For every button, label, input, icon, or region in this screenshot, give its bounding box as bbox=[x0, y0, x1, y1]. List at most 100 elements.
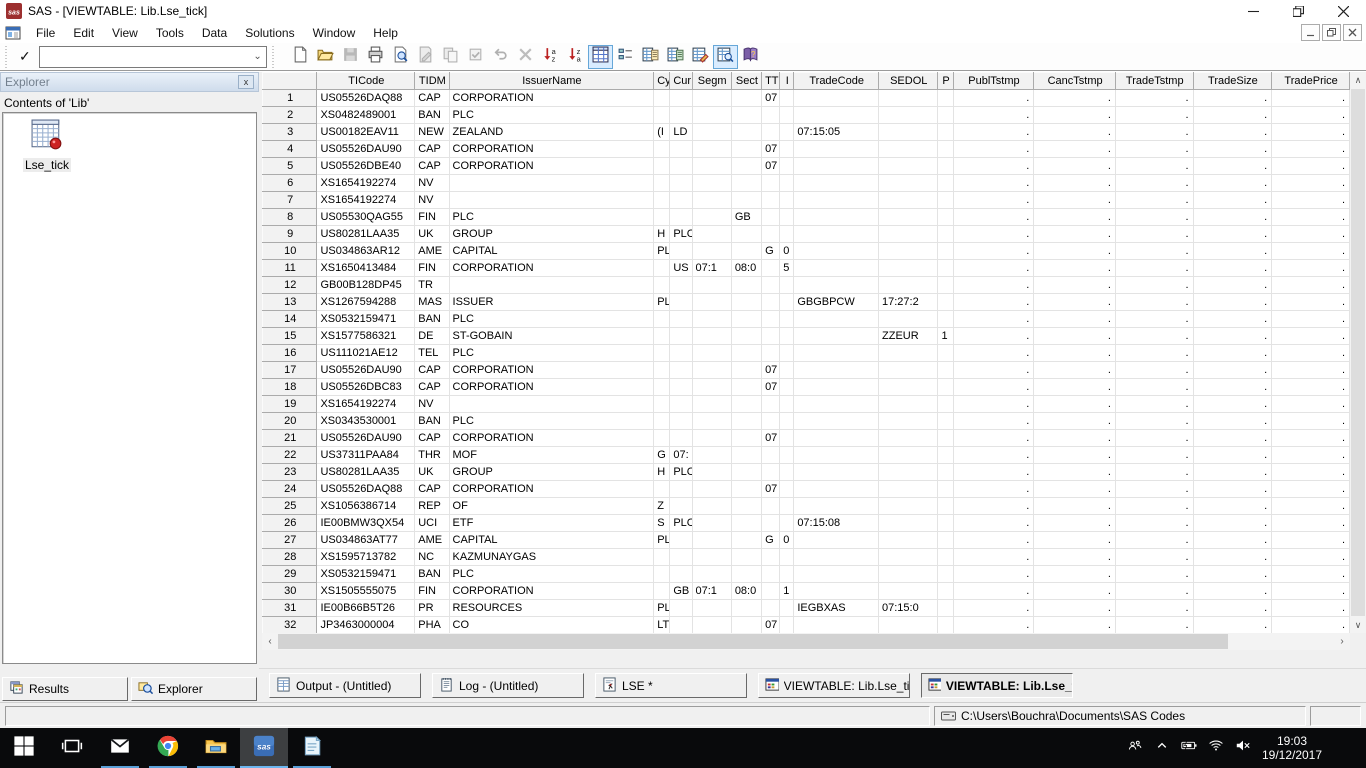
cell-sedol[interactable] bbox=[878, 174, 939, 192]
explorer-close-icon[interactable]: x bbox=[238, 75, 254, 89]
horizontal-scroll-thumb[interactable] bbox=[278, 634, 1228, 649]
cell-i[interactable] bbox=[779, 429, 795, 447]
data-table[interactable]: TICode TIDM IssuerName Cy Cur Segm Sect TT I Trad… bbox=[261, 72, 1350, 634]
cell-tt[interactable] bbox=[761, 259, 781, 277]
cell-tradetstmp[interactable]: . bbox=[1115, 293, 1194, 311]
cell-segm[interactable] bbox=[692, 599, 732, 617]
cell-p[interactable] bbox=[937, 429, 954, 447]
scroll-up-icon[interactable]: ∧ bbox=[1350, 72, 1366, 88]
row-number-cell[interactable]: 22 bbox=[261, 446, 318, 464]
cell-tradeprice[interactable]: . bbox=[1271, 463, 1350, 481]
cell-ticode[interactable]: US05526DAU90 bbox=[316, 429, 416, 447]
sort-ascending-button[interactable]: az bbox=[538, 45, 563, 69]
cell-ticode[interactable]: XS1654192274 bbox=[316, 395, 416, 413]
cell-tradesize[interactable]: . bbox=[1193, 582, 1273, 600]
cell-tradesize[interactable]: . bbox=[1193, 361, 1273, 379]
cell-sedol[interactable]: ZZEUR bbox=[878, 327, 939, 345]
cell-tradetstmp[interactable]: . bbox=[1115, 208, 1194, 226]
cell-tradesize[interactable]: . bbox=[1193, 327, 1273, 345]
cell-issuername[interactable]: CORPORATION bbox=[449, 361, 655, 379]
cell-publtstmp[interactable]: . bbox=[953, 174, 1035, 192]
column-header-issuername[interactable]: IssuerName bbox=[448, 72, 655, 90]
cell-p[interactable] bbox=[937, 140, 954, 158]
cell-ticode[interactable]: US05526DBE40 bbox=[316, 157, 416, 175]
cell-tidm[interactable]: UCI bbox=[414, 514, 450, 532]
cell-tradetstmp[interactable]: . bbox=[1115, 599, 1194, 617]
cell-segm[interactable] bbox=[692, 208, 732, 226]
cell-tradesize[interactable]: . bbox=[1193, 106, 1273, 124]
cell-tradeprice[interactable]: . bbox=[1271, 106, 1350, 124]
cell-tradeprice[interactable]: . bbox=[1271, 395, 1350, 413]
taskbar-app-notepad[interactable] bbox=[288, 728, 336, 768]
cell-tradetstmp[interactable]: . bbox=[1115, 361, 1194, 379]
cell-i[interactable] bbox=[779, 344, 795, 362]
cell-canctstmp[interactable]: . bbox=[1033, 514, 1116, 532]
explorer-panel-titlebar[interactable]: Explorer x bbox=[0, 72, 259, 92]
cell-p[interactable] bbox=[937, 225, 954, 243]
cell-tidm[interactable]: REP bbox=[414, 497, 450, 515]
cell-cy[interactable] bbox=[653, 106, 671, 124]
row-number-cell[interactable]: 21 bbox=[261, 429, 318, 447]
cell-tidm[interactable]: UK bbox=[414, 463, 450, 481]
cell-cy[interactable]: (I bbox=[653, 123, 671, 141]
cell-tt[interactable] bbox=[761, 310, 781, 328]
cell-segm[interactable] bbox=[692, 293, 732, 311]
cell-segm[interactable] bbox=[692, 463, 732, 481]
cell-ticode[interactable]: XS1577586321 bbox=[316, 327, 416, 345]
cell-ticode[interactable]: US80281LAA35 bbox=[316, 225, 416, 243]
cell-issuername[interactable]: CAPITAL bbox=[449, 531, 655, 549]
cell-cur[interactable] bbox=[669, 276, 693, 294]
cell-cur[interactable]: PLC bbox=[669, 463, 693, 481]
cell-tt[interactable]: 07 bbox=[761, 140, 781, 158]
window-tab-viewtable-lib-lse-tick[interactable]: VIEWTABLE: Lib.Lse_tick bbox=[921, 673, 1073, 698]
cell-tradesize[interactable]: . bbox=[1193, 446, 1273, 464]
cell-cur[interactable] bbox=[669, 412, 693, 430]
cell-issuername[interactable]: ST-GOBAIN bbox=[449, 327, 655, 345]
cell-cy[interactable]: H bbox=[653, 463, 671, 481]
cell-sedol[interactable] bbox=[878, 463, 939, 481]
row-number-cell[interactable]: 8 bbox=[261, 208, 318, 226]
cell-tradecode[interactable] bbox=[793, 412, 879, 430]
cell-tradecode[interactable] bbox=[793, 276, 879, 294]
cell-issuername[interactable]: CORPORATION bbox=[449, 89, 655, 107]
cell-tradeprice[interactable]: . bbox=[1271, 208, 1350, 226]
cell-tradetstmp[interactable]: . bbox=[1115, 497, 1194, 515]
cell-p[interactable] bbox=[937, 616, 954, 634]
cell-tradetstmp[interactable]: . bbox=[1115, 259, 1194, 277]
cell-tradecode[interactable] bbox=[793, 531, 879, 549]
cell-segm[interactable] bbox=[692, 378, 732, 396]
cell-publtstmp[interactable]: . bbox=[953, 208, 1035, 226]
cell-tradetstmp[interactable]: . bbox=[1115, 548, 1194, 566]
cell-issuername[interactable]: ISSUER bbox=[449, 293, 655, 311]
cell-issuername[interactable]: CORPORATION bbox=[449, 582, 655, 600]
cell-i[interactable] bbox=[779, 480, 795, 498]
column-header-i[interactable]: I bbox=[779, 72, 795, 90]
cell-ticode[interactable]: XS1505555075 bbox=[316, 582, 416, 600]
cell-issuername[interactable]: PLC bbox=[449, 208, 655, 226]
cell-publtstmp[interactable]: . bbox=[953, 191, 1035, 209]
cell-tidm[interactable]: NEW bbox=[414, 123, 450, 141]
cell-tradecode[interactable] bbox=[793, 157, 879, 175]
cell-p[interactable] bbox=[937, 276, 954, 294]
cell-sect[interactable]: 08:0 bbox=[731, 259, 763, 277]
cell-i[interactable] bbox=[779, 412, 795, 430]
cell-tradesize[interactable]: . bbox=[1193, 429, 1273, 447]
cell-p[interactable] bbox=[937, 480, 954, 498]
column-header-tt[interactable]: TT bbox=[761, 72, 781, 90]
cell-tradesize[interactable]: . bbox=[1193, 208, 1273, 226]
cell-sedol[interactable] bbox=[878, 565, 939, 583]
cell-tradesize[interactable]: . bbox=[1193, 531, 1273, 549]
cell-tradecode[interactable]: 07:15:08 bbox=[793, 514, 879, 532]
cell-sect[interactable] bbox=[731, 225, 763, 243]
cell-cur[interactable] bbox=[669, 344, 693, 362]
cell-tradecode[interactable] bbox=[793, 242, 879, 260]
cell-ticode[interactable]: US05526DAQ88 bbox=[316, 480, 416, 498]
column-header-tradetstmp[interactable]: TradeTstmp bbox=[1114, 72, 1194, 90]
taskbar-app-chrome[interactable] bbox=[144, 728, 192, 768]
cell-tradesize[interactable]: . bbox=[1193, 157, 1273, 175]
cell-tt[interactable] bbox=[761, 565, 781, 583]
cell-publtstmp[interactable]: . bbox=[953, 378, 1035, 396]
cell-i[interactable] bbox=[779, 157, 795, 175]
dataset-item-lse-tick[interactable]: Lse_tick bbox=[15, 119, 79, 174]
cell-cy[interactable] bbox=[653, 429, 671, 447]
